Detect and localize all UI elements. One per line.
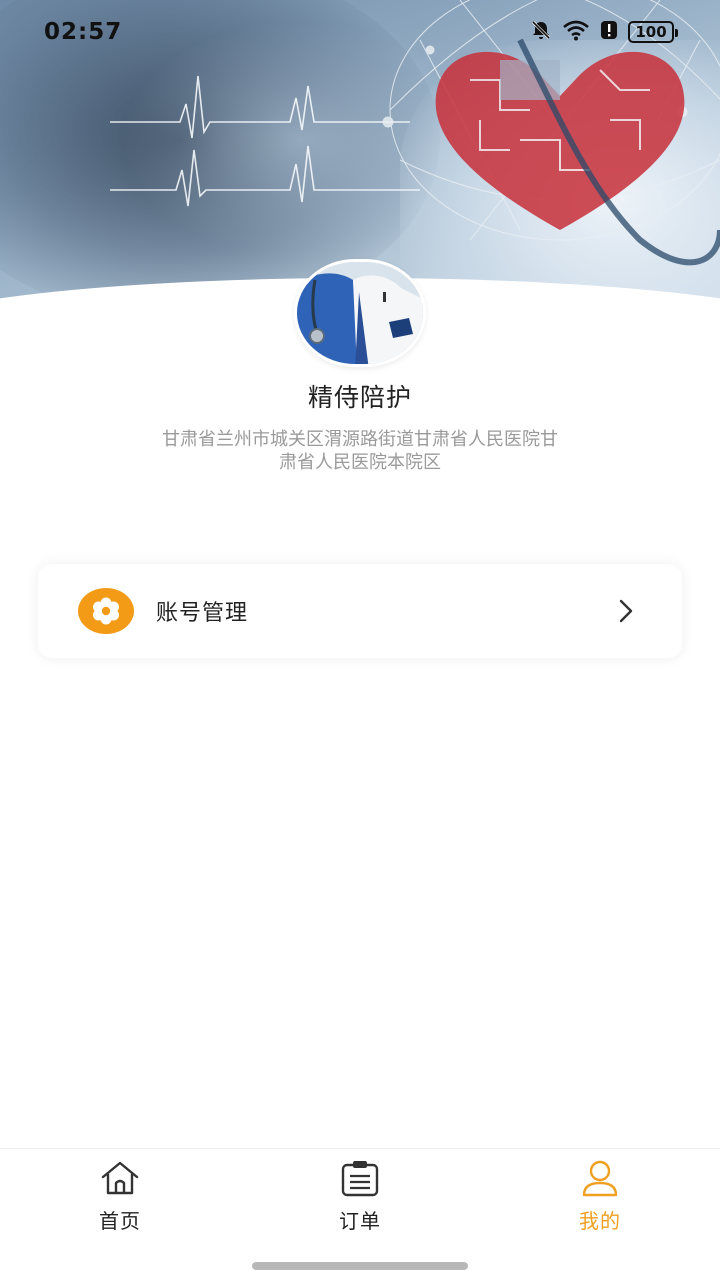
nav-item-mine[interactable]: 我的: [540, 1159, 660, 1239]
clipboard-icon: [339, 1159, 381, 1197]
settings-flower-icon: [78, 588, 134, 634]
menu-item-account-management[interactable]: 账号管理: [38, 564, 682, 658]
nav-item-orders[interactable]: 订单: [300, 1159, 420, 1239]
circuit-heart-core: [435, 51, 685, 231]
profile-name: 精侍陪护: [307, 383, 412, 412]
profile-address: 甘肃省兰州市城关区渭源路街道甘肃省人民医院甘肃省人民医院本院区: [162, 429, 558, 473]
menu-item-label: 账号管理: [156, 601, 249, 626]
battery-icon: 100: [628, 21, 678, 43]
heartbeat-line: [110, 75, 420, 207]
chevron-right-icon: [616, 597, 636, 625]
home-indicator[interactable]: [252, 1262, 468, 1270]
nav-label-home: 首页: [99, 1209, 141, 1233]
status-bar: 02:57 100: [0, 0, 720, 64]
nav-label-mine: 我的: [579, 1209, 621, 1233]
user-icon: [579, 1159, 621, 1197]
bell-muted-icon: [530, 19, 552, 45]
avatar[interactable]: [294, 259, 426, 367]
status-time: 02:57: [44, 19, 123, 45]
bottom-nav: 首页 订单 我的: [0, 1148, 720, 1280]
nav-item-home[interactable]: 首页: [60, 1159, 180, 1239]
alert-icon: [600, 19, 618, 45]
wifi-icon: [562, 19, 590, 45]
status-icons: 100: [530, 19, 678, 45]
home-icon: [99, 1159, 141, 1197]
nav-label-orders: 订单: [339, 1209, 381, 1233]
